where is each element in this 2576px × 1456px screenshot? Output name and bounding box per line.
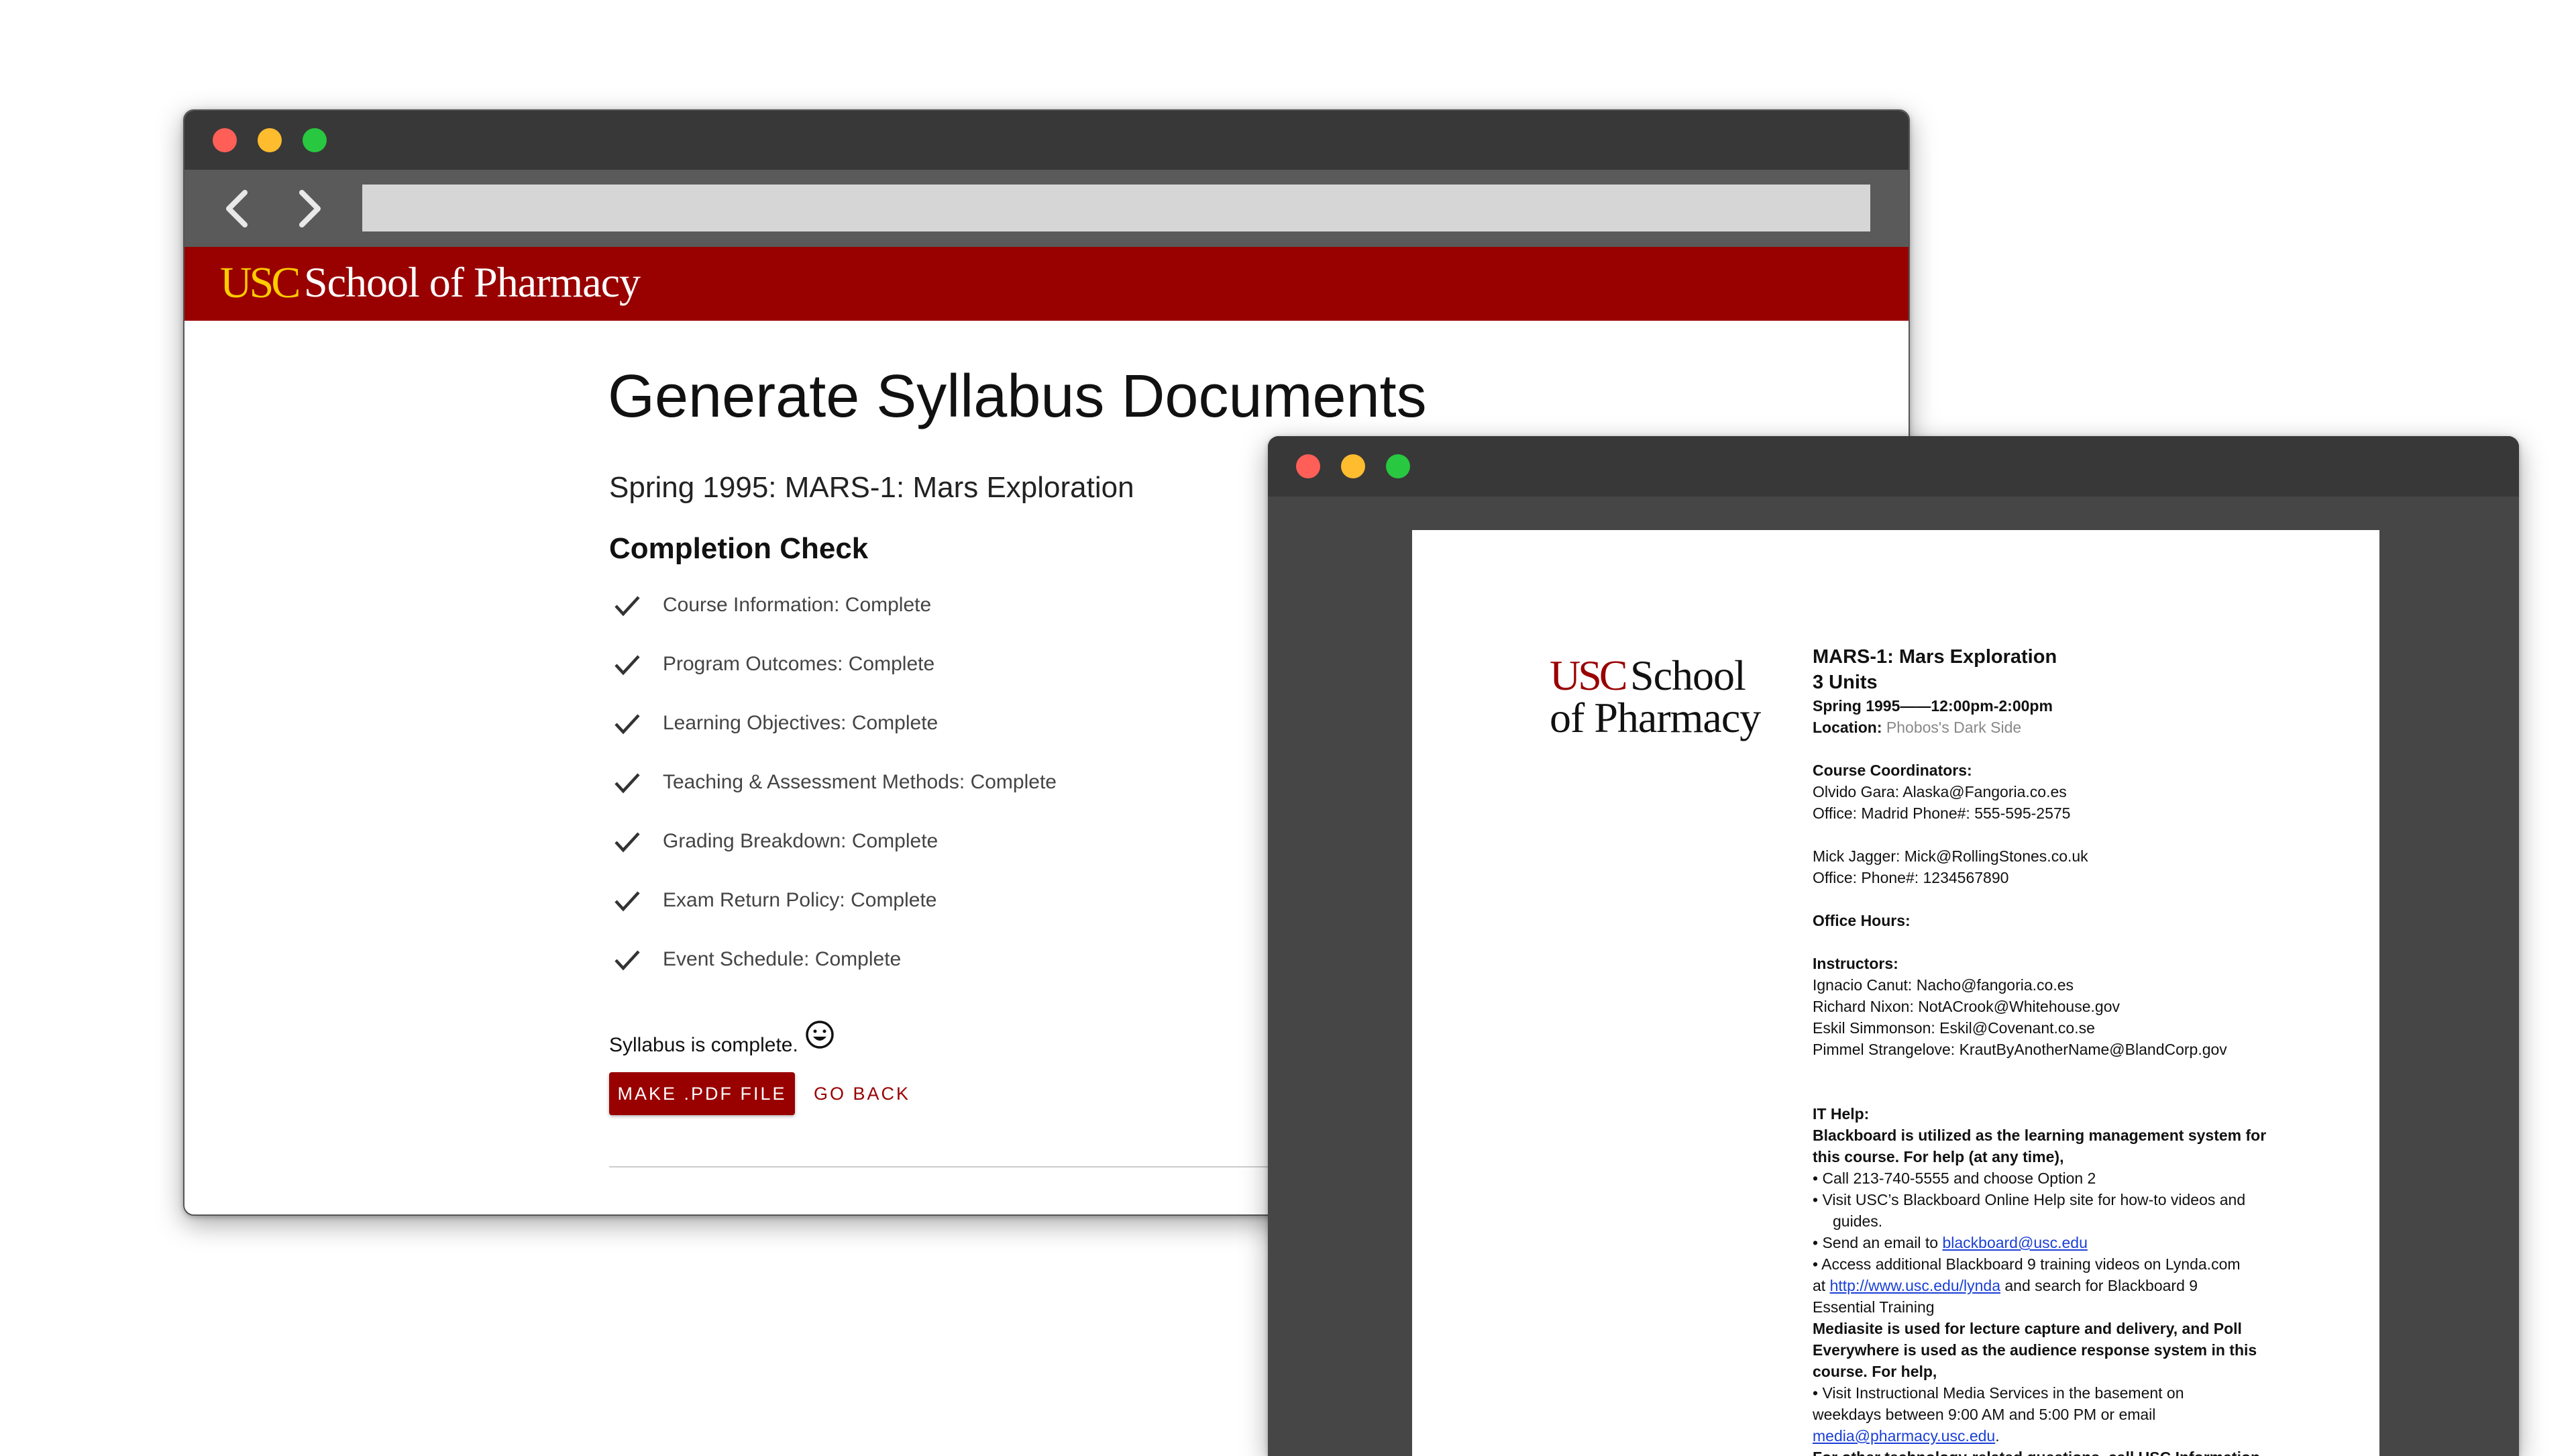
minimize-window-button[interactable]: [1341, 454, 1365, 478]
pdf-document-page[interactable]: USC School of Pharmacy MARS-1: Mars Expl…: [1412, 530, 2379, 1456]
pdf-viewer-titlebar: [1268, 436, 2519, 497]
doc-it-heading: IT Help:: [1813, 1105, 1870, 1123]
doc-text-pre: at: [1813, 1277, 1830, 1294]
doc-text-post: .: [1995, 1427, 2000, 1445]
checkmark-icon: [614, 950, 640, 971]
syllabus-complete-message: Syllabus is complete.: [609, 1034, 798, 1056]
doc-instructor: Richard Nixon: NotACrook@Whitehouse.gov: [1813, 998, 2120, 1015]
smiley-icon: [806, 1021, 834, 1049]
doc-bullet-text: • Send an email to: [1813, 1234, 1943, 1251]
doc-instructor: Eskil Simmonson: Eskil@Covenant.co.se: [1813, 1019, 2095, 1037]
checkmark-icon: [614, 596, 640, 617]
browser-titlebar: [184, 111, 1909, 170]
doc-other-help-line: For other technology-related questions, …: [1813, 1447, 2282, 1456]
doc-bullet: • Call 213-740-5555 and choose Option 2: [1813, 1169, 2096, 1187]
school-logo-text[interactable]: School of Pharmacy: [304, 258, 641, 307]
doc-bullet-cont: media@pharmacy.usc.edu.: [1813, 1425, 2282, 1447]
close-window-button[interactable]: [213, 128, 237, 152]
doc-units: 3 Units: [1813, 672, 1878, 693]
address-bar[interactable]: [362, 185, 1870, 231]
site-header: USC School of Pharmacy: [184, 247, 1909, 321]
maximize-window-button[interactable]: [303, 128, 327, 152]
doc-bullet-cont: guides.: [1833, 1212, 1883, 1230]
completion-check-heading: Completion Check: [609, 532, 869, 565]
doc-bullet: • Visit Instructional Media Services in …: [1813, 1384, 2184, 1402]
course-subtitle: Spring 1995: MARS-1: Mars Exploration: [609, 471, 1134, 504]
doc-coordinator-office: Office: Madrid Phone#: 555-595-2575: [1813, 804, 2071, 822]
chevron-left-icon[interactable]: [218, 189, 258, 229]
doc-mediasite-line: Everywhere is used as the audience respo…: [1813, 1341, 2257, 1359]
doc-course-title: MARS-1: Mars Exploration: [1813, 646, 2057, 668]
doc-bullet: • Send an email to blackboard@usc.edu: [1813, 1232, 2282, 1253]
doc-coordinators-heading: Course Coordinators:: [1813, 762, 1972, 779]
doc-office-hours: Office Hours:: [1813, 912, 1911, 929]
doc-blackboard-line: Blackboard is utilized as the learning m…: [1813, 1127, 2267, 1144]
doc-mediasite-line: course. For help,: [1813, 1363, 1937, 1380]
doc-term-time: Spring 1995——12:00pm-2:00pm: [1813, 697, 2053, 715]
checkmark-icon: [614, 891, 640, 912]
syllabus-content: MARS-1: Mars Exploration 3 Units Spring …: [1813, 644, 2282, 1456]
doc-location: Location: Phobos's Dark Side: [1813, 717, 2282, 738]
go-back-button[interactable]: GO BACK: [814, 1072, 910, 1115]
checkmark-icon: [614, 714, 640, 735]
doc-bullet-cont: weekdays between 9:00 AM and 5:00 PM or …: [1813, 1406, 2156, 1423]
doc-bullet: • Access additional Blackboard 9 trainin…: [1813, 1255, 2241, 1273]
maximize-window-button[interactable]: [1386, 454, 1410, 478]
page-title: Generate Syllabus Documents: [608, 363, 1427, 430]
media-email-link[interactable]: media@pharmacy.usc.edu: [1813, 1427, 1995, 1445]
doc-text-post: and search for Blackboard 9: [2000, 1277, 2198, 1294]
check-label: Course Information: Complete: [663, 594, 932, 616]
check-label: Learning Objectives: Complete: [663, 712, 938, 734]
checkmark-icon: [614, 832, 640, 853]
check-label: Program Outcomes: Complete: [663, 653, 935, 675]
doc-blackboard-line: this course. For help (at any time),: [1813, 1148, 2064, 1165]
doc-location-label: Location:: [1813, 719, 1882, 736]
doc-mediasite-line: Mediasite is used for lecture capture an…: [1813, 1320, 2242, 1337]
doc-bullet-cont: at http://www.usc.edu/lynda and search f…: [1813, 1275, 2282, 1296]
doc-coordinator-office: Office: Phone#: 1234567890: [1813, 869, 2009, 886]
check-label: Teaching & Assessment Methods: Complete: [663, 771, 1057, 793]
doc-instructors-heading: Instructors:: [1813, 955, 1898, 972]
check-label: Exam Return Policy: Complete: [663, 889, 937, 911]
doc-bullet: • Visit USC’s Blackboard Online Help sit…: [1813, 1191, 2246, 1208]
checkmark-icon: [614, 655, 640, 676]
checkmark-icon: [614, 773, 640, 794]
usc-logo-text[interactable]: USC: [220, 258, 301, 309]
minimize-window-button[interactable]: [258, 128, 282, 152]
doc-coordinator: Mick Jagger: Mick@RollingStones.co.uk: [1813, 847, 2088, 865]
close-window-button[interactable]: [1296, 454, 1320, 478]
chevron-right-icon[interactable]: [288, 189, 329, 229]
blackboard-email-link[interactable]: blackboard@usc.edu: [1942, 1234, 2087, 1251]
make-pdf-button[interactable]: MAKE .PDF FILE: [609, 1072, 795, 1115]
doc-instructor: Pimmel Strangelove: KrautByAnotherName@B…: [1813, 1041, 2227, 1058]
check-label: Event Schedule: Complete: [663, 948, 902, 970]
doc-location-value: Phobos's Dark Side: [1882, 719, 2022, 736]
check-label: Grading Breakdown: Complete: [663, 830, 938, 852]
browser-navbar: [184, 170, 1909, 247]
doc-coordinator: Olvido Gara: Alaska@Fangoria.co.es: [1813, 783, 2067, 800]
lynda-link[interactable]: http://www.usc.edu/lynda: [1830, 1277, 2000, 1294]
doc-pharmacy-logo: of Pharmacy: [1550, 694, 1761, 741]
doc-bullet-cont: Essential Training: [1813, 1298, 1935, 1316]
divider: [609, 1166, 1280, 1167]
pdf-viewer-window: USC School of Pharmacy MARS-1: Mars Expl…: [1268, 436, 2519, 1456]
doc-instructor: Ignacio Canut: Nacho@fangoria.co.es: [1813, 976, 2074, 994]
